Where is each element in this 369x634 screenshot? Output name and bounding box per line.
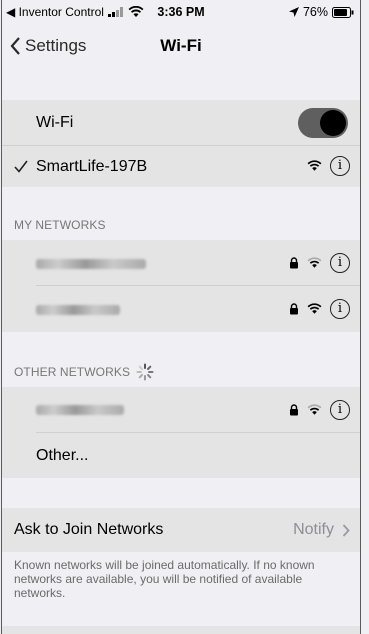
page-title: Wi-Fi [160,36,202,55]
connected-network-row[interactable]: SmartLife-197B i [2,146,360,187]
wifi-signal-icon [307,404,322,415]
ask-to-join-value: Notify [293,521,350,539]
other-network-label: Other... [36,447,89,464]
ask-to-join-label: Ask to Join Networks [14,521,164,538]
network-icons: i [289,299,350,319]
network-name-redacted [36,405,124,415]
ask-to-join-footer: Known networks will be joined automatica… [14,558,315,600]
battery-icon [332,6,354,18]
info-icon[interactable]: i [330,299,350,319]
loading-spinner-icon [136,363,154,381]
other-networks-header-wrap: OTHER NETWORKS [14,363,154,381]
wifi-signal-icon [307,257,322,268]
lock-icon [290,404,298,416]
info-icon[interactable]: i [330,400,350,420]
wifi-toggle-label: Wi-Fi [36,114,74,131]
other-network-row-1[interactable]: i [2,387,360,433]
info-icon[interactable]: i [330,253,350,273]
ask-to-join-group: Ask to Join Networks Notify [2,508,360,552]
status-bar-right: 76% [288,5,354,19]
wifi-group: Wi-Fi SmartLife-197B i [2,100,360,187]
wifi-signal-icon [307,303,322,314]
chevron-right-icon [342,523,350,537]
toggle-knob [320,110,346,136]
ask-to-join-row[interactable]: Ask to Join Networks Notify [2,508,360,552]
my-network-row-2[interactable]: i [2,286,360,332]
other-network-join-row[interactable]: Other... [2,433,360,479]
my-network-row-1[interactable]: i [2,240,360,286]
other-networks-header: OTHER NETWORKS [14,365,131,379]
wifi-toggle[interactable] [298,108,348,138]
connected-network-icons: i [307,156,350,176]
network-name-redacted [36,259,146,269]
network-icons: i [289,253,350,273]
network-icons: i [289,400,350,420]
my-networks-header: MY NETWORKS [14,218,106,232]
checkmark-icon [14,160,28,173]
battery-percent: 76% [302,5,328,19]
wifi-signal-icon [307,160,322,171]
lock-icon [290,257,298,269]
network-name-redacted [36,305,120,315]
my-networks-group: i i [2,240,360,332]
connected-network-name: SmartLife-197B [36,157,148,175]
info-icon[interactable]: i [330,156,350,176]
other-networks-group: i Other... [2,387,360,478]
settings-screen: ◀ Inventor Control 3:36 PM 76% Settings … [1,0,361,634]
location-arrow-icon [288,7,299,17]
lock-icon [290,303,298,315]
bottom-group-edge [2,626,360,634]
ask-to-join-value-text: Notify [293,521,334,538]
navigation-bar: Settings Wi-Fi [2,26,360,66]
status-bar: ◀ Inventor Control 3:36 PM 76% [2,0,360,24]
wifi-toggle-row: Wi-Fi [2,100,360,146]
